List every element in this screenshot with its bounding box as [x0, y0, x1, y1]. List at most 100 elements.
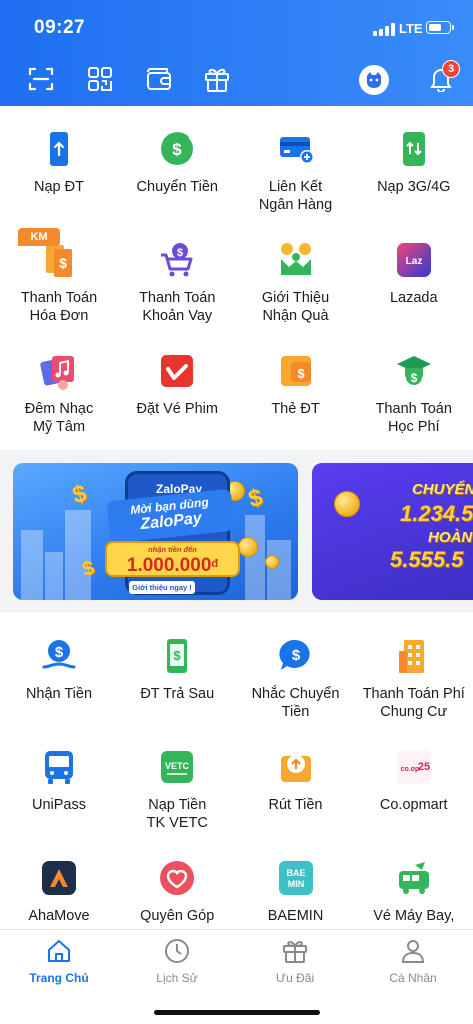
bus-icon — [40, 748, 78, 786]
status-bar: 09:27 LTE — [0, 0, 473, 56]
tab-history-label: Lịch Sử — [156, 971, 198, 985]
svg-text:$: $ — [59, 255, 67, 271]
service-label: Thanh Toán Khoản Vay — [139, 290, 216, 324]
svg-text:$: $ — [297, 366, 305, 381]
tuition-icon: $ — [395, 352, 433, 390]
svg-text:VETC: VETC — [165, 761, 190, 771]
status-time: 09:27 — [34, 17, 86, 38]
zalopay-referral-banner[interactable]: $ $ $ ZaloPay Mời bạn dùng ZaloPay nhận … — [13, 463, 298, 600]
tab-profile-label: Cá Nhân — [389, 971, 437, 985]
service-label: Giới Thiệu Nhận Quà — [261, 290, 330, 324]
service-label: Thanh Toán Phí Chung Cư — [362, 686, 465, 720]
tab-home-label: Trang Chủ — [29, 971, 89, 985]
banner2-line4: 5.555.5 — [390, 547, 464, 572]
service-label: Lazada — [389, 290, 438, 306]
user-icon — [400, 938, 426, 964]
service-label: ĐT Trả Sau — [140, 686, 215, 702]
apartment-icon — [395, 637, 433, 675]
service-label: Rút Tiền — [268, 797, 323, 813]
service-label: Thanh Toán Hóa Đơn — [20, 290, 98, 324]
service-label: Nhận Tiền — [25, 686, 93, 702]
data-topup-icon — [395, 130, 433, 168]
coin-icon — [265, 555, 279, 569]
coin-icon — [334, 491, 360, 517]
tab-offers-label: Ưu Đãi — [275, 971, 315, 985]
scan-icon[interactable] — [24, 62, 58, 96]
service-label: Co.opmart — [379, 797, 448, 813]
service-label: AhaMove — [28, 908, 90, 924]
gift-icon — [282, 938, 308, 964]
svg-text:co.op: co.op — [400, 766, 419, 773]
music-icon — [40, 352, 78, 390]
network-label: LTE — [399, 21, 423, 36]
withdraw-icon — [277, 748, 315, 786]
referral-icon — [277, 241, 315, 279]
transfer-cashback-banner[interactable]: CHUYỂN 1.234.5 HOÀN 5.555.5 — [312, 463, 473, 600]
clock-icon — [164, 938, 190, 964]
promo-badge: KM — [18, 228, 60, 246]
vetc-icon: VETC — [158, 748, 196, 786]
receive-money-icon: $ — [40, 637, 78, 675]
amount-box: nhận tiền đến 1.000.000đ — [105, 541, 240, 577]
coopmart-icon: co.op 25 — [395, 748, 433, 786]
loan-icon: $ — [158, 241, 196, 279]
avatar-icon[interactable] — [359, 65, 389, 95]
services-top-section: Nạp ĐT $ Chuyển Tiền Liên Kết Ngân Hàng Nạp … — [0, 106, 473, 450]
coin-icon — [238, 537, 258, 557]
signal-icon — [373, 23, 395, 36]
transfer-icon: $ — [158, 130, 196, 168]
svg-text:$: $ — [55, 644, 64, 661]
service-label: Vé Máy Bay, — [373, 908, 455, 924]
service-label: Đêm Nhạc Mỹ Tâm — [24, 401, 94, 435]
amount-value: 1.000.000đ — [126, 555, 219, 576]
home-icon — [46, 938, 72, 964]
lazada-icon: Laz — [395, 241, 433, 279]
service-label: Nạp ĐT — [34, 179, 84, 195]
svg-text:Laz: Laz — [405, 256, 422, 267]
battery-icon — [426, 21, 454, 34]
promo-banner-carousel[interactable]: $ $ $ ZaloPay Mời bạn dùng ZaloPay nhận … — [0, 450, 473, 613]
banner2-line2: 1.234.5 — [400, 501, 473, 526]
svg-text:$: $ — [410, 371, 417, 385]
svg-text:$: $ — [173, 140, 183, 159]
gift-icon[interactable] — [200, 62, 234, 96]
service-label: Đặt Vé Phim — [136, 401, 218, 417]
transport-ticket-icon — [395, 859, 433, 897]
svg-text:$: $ — [174, 648, 182, 663]
service-label: UniPass — [32, 797, 86, 813]
svg-text:BAE: BAE — [286, 868, 305, 878]
qr-code-icon[interactable] — [83, 62, 117, 96]
amount-caption: nhận tiền đến — [148, 545, 197, 554]
banner2-line3: HOÀN — [428, 529, 473, 546]
svg-text:MIN: MIN — [287, 879, 304, 889]
svg-text:25: 25 — [418, 761, 430, 773]
svg-text:$: $ — [177, 247, 183, 259]
phone-card-icon: $ — [277, 352, 315, 390]
services-bottom-section: $ Nhận Tiền $ ĐT Trả Sau $ Nhắc Chuyển Tiền Th… — [0, 613, 473, 929]
home-indicator — [154, 1010, 320, 1015]
service-label: Nạp Tiền TK VETC — [146, 797, 208, 831]
invite-now-button[interactable]: Giới thiệu ngay ! — [129, 581, 195, 594]
service-label: Chuyển Tiền — [136, 179, 218, 195]
wallet-icon[interactable] — [142, 62, 176, 96]
donate-icon — [158, 859, 196, 897]
service-label: Quyên Góp — [140, 908, 215, 924]
service-label: Nhắc Chuyển Tiền — [251, 686, 340, 720]
header-bar: 09:27 LTE 3 — [0, 0, 473, 106]
movie-icon — [158, 352, 196, 390]
service-label: Liên Kết Ngân Hàng — [258, 179, 333, 213]
bank-link-icon — [277, 130, 315, 168]
postpaid-icon: $ — [158, 637, 196, 675]
baemin-icon: BAE MIN — [277, 859, 315, 897]
bottom-tab-bar: Trang Chủ Lịch Sử Ưu Đãi Cá Nhân — [0, 929, 473, 1024]
phone-topup-icon — [40, 130, 78, 168]
service-label: Thanh Toán Học Phí — [375, 401, 452, 435]
dollar-icon: $ — [245, 483, 266, 514]
reminder-icon: $ — [277, 637, 315, 675]
dollar-icon: $ — [69, 479, 90, 510]
notification-badge: 3 — [442, 60, 460, 78]
service-label: Thẻ ĐT — [271, 401, 320, 417]
banner2-line1: CHUYỂN — [412, 481, 473, 498]
service-label: BAEMIN — [267, 908, 324, 924]
ahamove-icon — [40, 859, 78, 897]
